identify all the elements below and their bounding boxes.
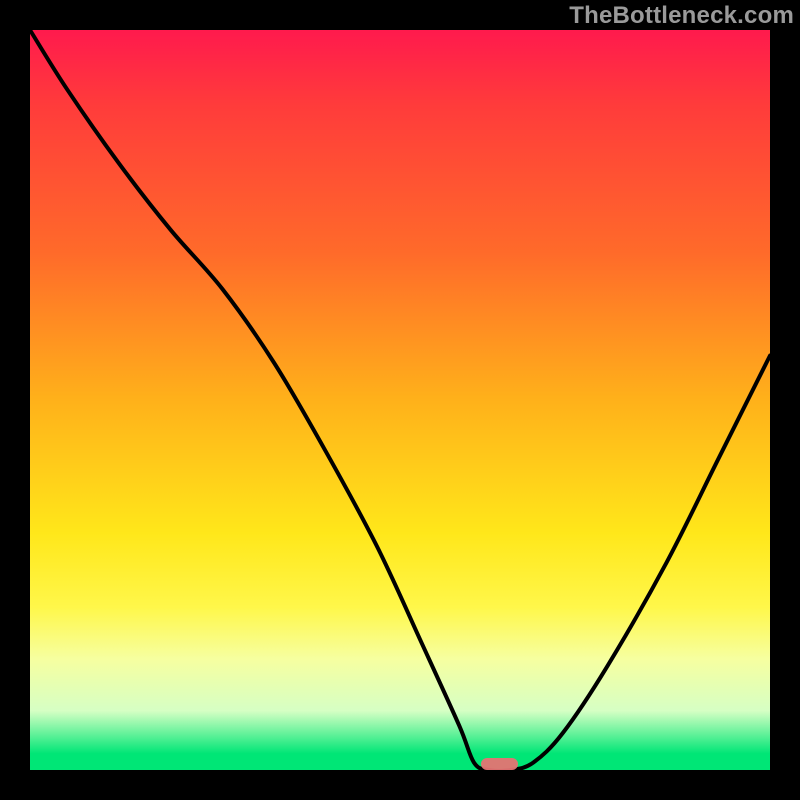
chart-frame: TheBottleneck.com [0, 0, 800, 800]
sweet-spot-marker [481, 758, 518, 770]
watermark-text: TheBottleneck.com [569, 2, 794, 30]
plot-area [30, 30, 770, 770]
bottleneck-curve [30, 30, 770, 770]
